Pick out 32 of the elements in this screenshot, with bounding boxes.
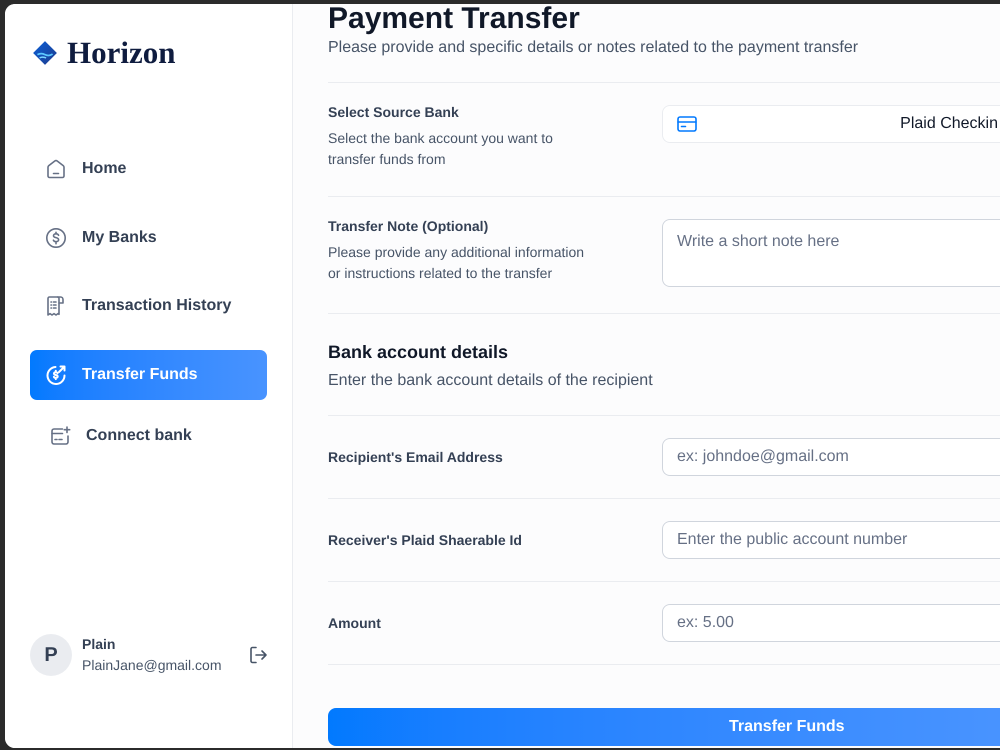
avatar: P	[30, 634, 72, 676]
input-field[interactable]: ex: 5.00	[662, 604, 1000, 642]
nav-link[interactable]: My Banks	[30, 212, 267, 262]
note-field[interactable]: Write a short note here	[662, 219, 1000, 287]
field-description: Select the bank account you want to transfer funds from	[328, 129, 554, 169]
input-field[interactable]: ex: johndoe@gmail.com	[662, 438, 1000, 476]
credit-card-icon	[677, 116, 697, 132]
section-title: Bank account details	[328, 341, 510, 364]
field-label: Transfer Note (Optional)	[328, 217, 490, 236]
user-email: PlainJane@gmail.com	[82, 656, 222, 675]
house-icon	[44, 157, 68, 181]
bank-select[interactable]: Plaid Checkin	[662, 105, 1000, 143]
user-name: Plain	[82, 635, 116, 654]
nav-link[interactable]: Home	[30, 144, 267, 194]
section-subtitle: Enter the bank account details of the recipient	[328, 371, 654, 391]
dollar-arrow-icon	[44, 362, 68, 386]
field-description: Please provide any additional information or instructions related to the transfer	[328, 243, 586, 283]
card-plus-icon	[48, 424, 72, 448]
field-label: Amount	[328, 614, 382, 633]
input-field[interactable]: Enter the public account number	[662, 521, 1000, 559]
nav-link[interactable]: Transaction History	[30, 281, 267, 331]
nav-link[interactable]: Connect bank	[30, 410, 267, 460]
page-subtitle: Please provide and specific details or notes related to the payment transfer	[328, 38, 860, 58]
logout-icon[interactable]	[248, 645, 268, 665]
page-title: Payment Transfer	[328, 4, 581, 34]
brand-name: Horizon	[67, 37, 176, 68]
dollar-circle-icon	[44, 226, 68, 250]
logo-icon	[32, 40, 58, 66]
field-label: Recipient's Email Address	[328, 448, 504, 467]
nav-link[interactable]: Transfer Funds	[30, 350, 267, 400]
field-label: Select Source Bank	[328, 103, 460, 122]
field-label: Receiver's Plaid Shaerable Id	[328, 531, 523, 550]
